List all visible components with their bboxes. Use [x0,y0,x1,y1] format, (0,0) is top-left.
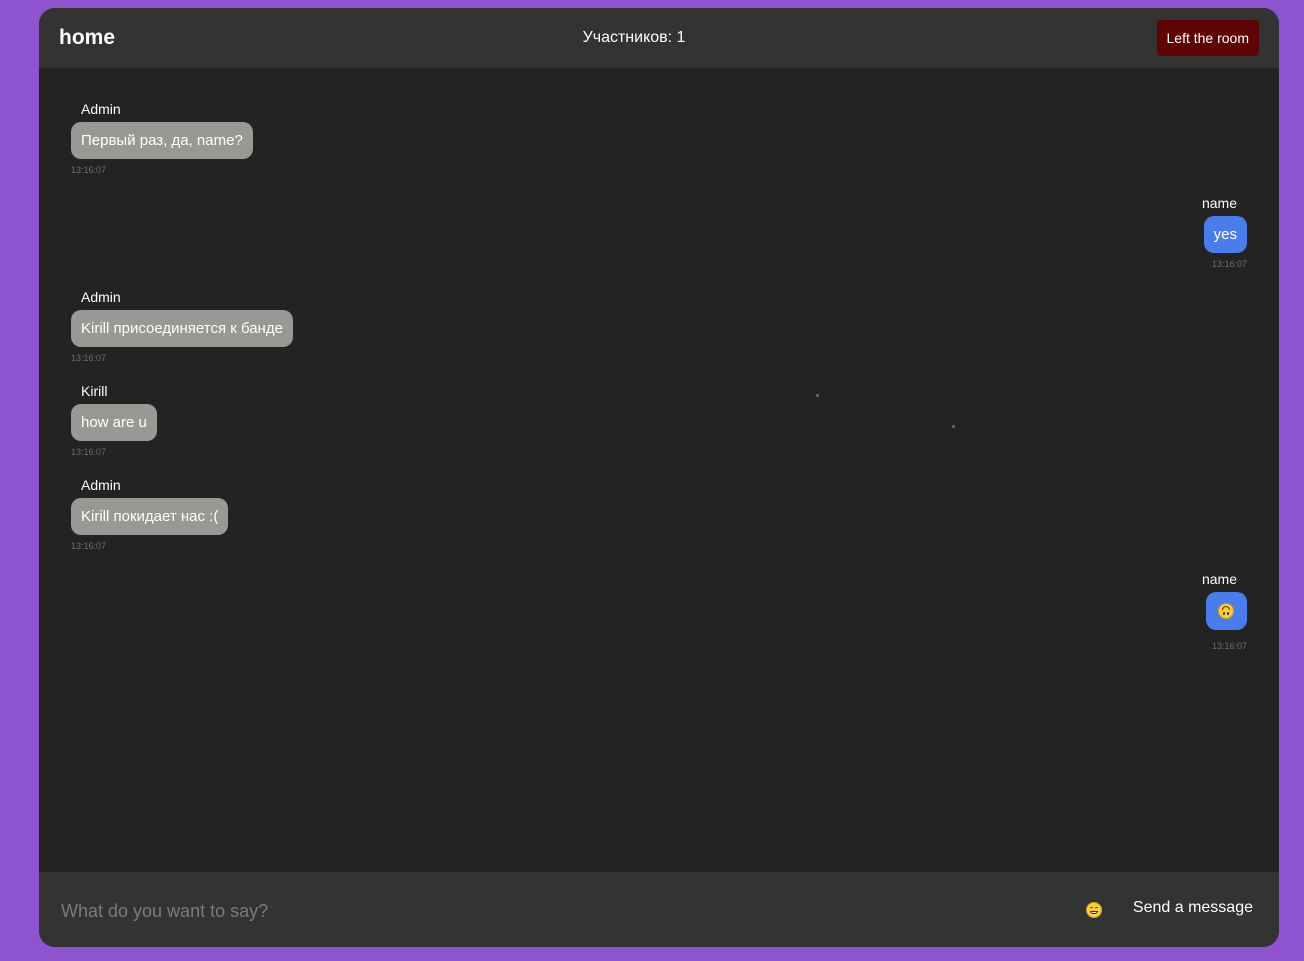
message-item: name 13:16:07 [1202,570,1247,652]
message-author: name [1201,195,1237,211]
message-author: Admin [81,477,121,493]
chat-window: home Участников: 1 Left the room Admin П… [39,8,1279,947]
message-time: 13:16:07 [1211,641,1247,651]
message-time: 13:16:07 [71,447,107,457]
message-bubble: Первый раз, да, name? [71,122,253,159]
message-time: 13:16:07 [71,541,107,551]
message-author: Kirill [81,383,108,399]
stray-dot [816,394,819,397]
message-author: Admin [81,289,121,305]
message-item: name yes 13:16:07 [1202,194,1247,270]
message-bubble [1206,592,1247,630]
message-time: 13:16:07 [71,165,107,175]
message-list[interactable]: Admin Первый раз, да, name? 13:16:07 nam… [39,68,1279,872]
message-item: Admin Kirill присоединяется к банде 13:1… [71,288,293,364]
message-item: Admin Первый раз, да, name? 13:16:07 [71,100,253,176]
send-message-button[interactable]: Send a message [1133,898,1253,918]
message-time: 13:16:07 [71,353,107,363]
upside-down-face-icon [1218,603,1234,619]
message-item: Kirill how are u 13:16:07 [71,382,157,458]
leave-room-button[interactable]: Left the room [1156,20,1259,56]
message-bubble: yes [1203,216,1247,253]
chat-header: home Участников: 1 Left the room [39,8,1279,68]
message-time: 13:16:07 [1211,259,1247,269]
message-bubble: Kirill присоединяется к банде [71,310,293,347]
message-input[interactable] [59,892,1063,930]
composer-bar: Send a message [39,872,1279,947]
grinning-face-icon[interactable] [1086,902,1102,918]
message-author: Admin [81,101,121,117]
message-bubble: how are u [71,404,157,441]
message-item: Admin Kirill покидает нас :( 13:16:07 [71,476,229,552]
stray-dot [952,425,955,428]
message-author: name [1201,571,1237,587]
participants-count: Участников: 1 [582,29,686,46]
message-bubble: Kirill покидает нас :( [71,498,229,535]
